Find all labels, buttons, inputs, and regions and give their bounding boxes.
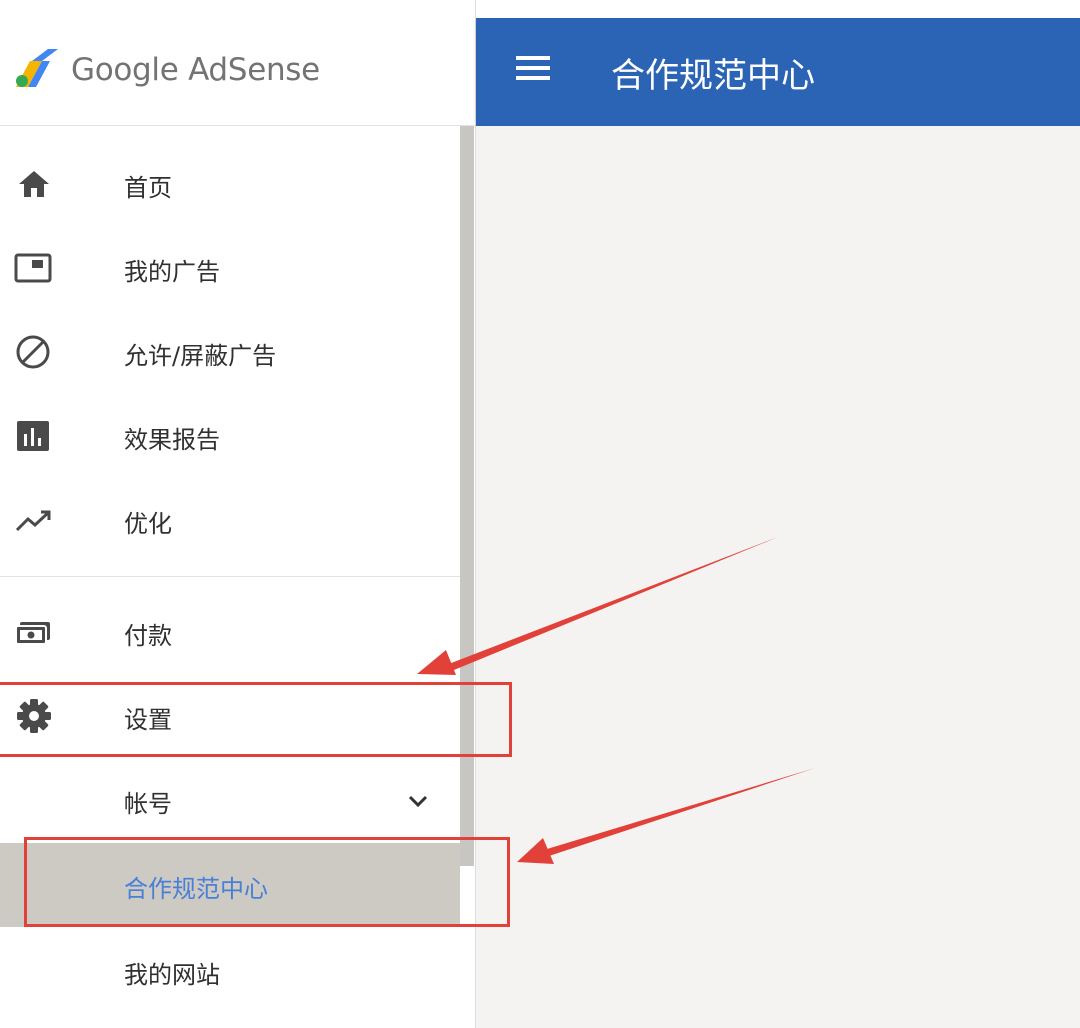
hamburger-menu-icon[interactable] [516, 56, 552, 86]
brand-name: Google AdSense [71, 52, 320, 88]
annotation-box-policy-center [24, 837, 510, 927]
sidebar-item-reports[interactable]: 效果报告 [0, 394, 460, 478]
sidebar-item-label: 付款 [124, 622, 172, 650]
annotation-box-settings [0, 682, 512, 757]
adsense-logo[interactable]: Google AdSense [0, 18, 475, 126]
sidebar-item-home[interactable]: 首页 [0, 142, 460, 226]
sidebar-item-label: 我的网站 [124, 961, 220, 989]
adsense-logo-icon [16, 49, 58, 87]
home-icon [19, 171, 49, 197]
chevron-down-icon[interactable] [403, 786, 433, 816]
page-title: 合作规范中心 [611, 56, 815, 96]
payment-icon [15, 622, 50, 645]
sidebar-item-label: 优化 [124, 510, 172, 538]
sidebar-item-label: 首页 [124, 174, 172, 202]
sidebar-item-label: 允许/屏蔽广告 [124, 342, 277, 370]
main-content [476, 126, 1080, 1028]
sidebar-item-payments[interactable]: 付款 [0, 590, 460, 674]
sidebar-item-my-ads[interactable]: 我的广告 [0, 226, 460, 310]
trending-up-icon [15, 510, 51, 532]
ad-unit-icon [14, 253, 52, 283]
sidebar-item-optimization[interactable]: 优化 [0, 478, 460, 562]
sidebar-item-label: 效果报告 [124, 426, 220, 454]
sidebar-item-label: 我的广告 [124, 258, 220, 286]
sidebar-item-label: 帐号 [124, 790, 172, 818]
sidebar-divider [0, 576, 460, 577]
bar-chart-icon [17, 421, 49, 451]
sidebar-subitem-my-sites[interactable]: 我的网站 [0, 929, 460, 1013]
sidebar-subitem-account[interactable]: 帐号 [0, 758, 460, 842]
block-icon [16, 335, 50, 369]
top-app-bar: 合作规范中心 [476, 18, 1080, 126]
sidebar-item-allow-block-ads[interactable]: 允许/屏蔽广告 [0, 310, 460, 394]
